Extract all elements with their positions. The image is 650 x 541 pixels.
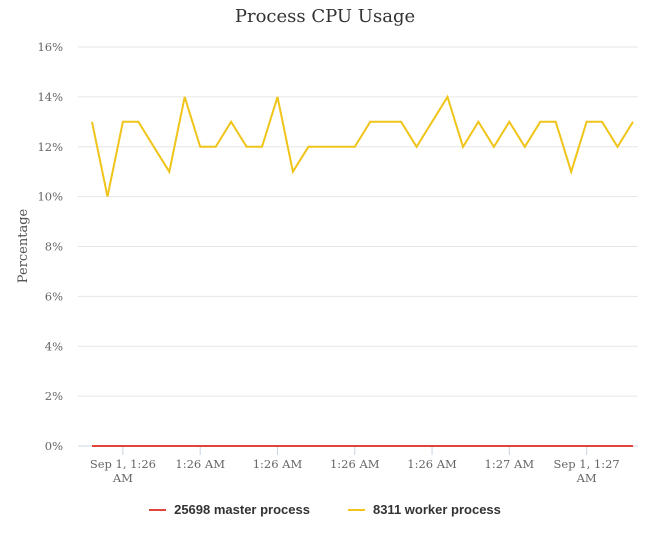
gridlines	[78, 46, 638, 447]
legend-swatch-worker	[347, 508, 365, 511]
legend-item-worker[interactable]: 8311 worker process	[347, 502, 501, 517]
legend: 25698 master process 8311 worker process	[0, 502, 650, 517]
y-tick-label: 6%	[45, 289, 63, 303]
y-tick-label: 16%	[37, 40, 63, 54]
y-tick-label: 4%	[45, 339, 63, 353]
y-tick-label: 14%	[37, 90, 63, 104]
y-tick-label: 10%	[37, 190, 63, 204]
y-tick-label: 0%	[45, 439, 63, 453]
x-axis-ticks: Sep 1, 1:26 AM 1:26 AM 1:26 AM 1:26 AM 1:26 A…	[90, 446, 620, 485]
y-axis-title: Percentage	[16, 208, 31, 283]
x-tick-label: 1:26 AM	[407, 457, 457, 471]
x-tick-label: 1:26 AM	[253, 457, 303, 471]
x-tick-label: Sep 1, 1:26 AM	[90, 457, 156, 485]
legend-label-worker: 8311 worker process	[372, 502, 501, 517]
y-tick-label: 8%	[45, 240, 63, 254]
x-tick-label: Sep 1, 1:27 AM	[554, 457, 620, 485]
legend-item-master[interactable]: 25698 master process	[149, 502, 310, 517]
series-lines	[91, 94, 634, 447]
legend-label-master: 25698 master process	[174, 502, 310, 517]
y-tick-label: 12%	[37, 140, 63, 154]
legend-swatch-master	[149, 508, 167, 511]
x-tick-label: 1:26 AM	[330, 457, 380, 471]
y-tick-label: 2%	[45, 389, 63, 403]
x-tick-label: 1:27 AM	[485, 457, 535, 471]
y-axis-ticks: 0% 2% 4% 6% 8% 10% 12% 14% 16%	[37, 40, 63, 453]
chart-plot: 0% 2% 4% 6% 8% 10% 12% 14% 16% Sep 1, 1:26 AM 1:26…	[16, 40, 638, 485]
x-tick-label: 1:26 AM	[175, 457, 225, 471]
